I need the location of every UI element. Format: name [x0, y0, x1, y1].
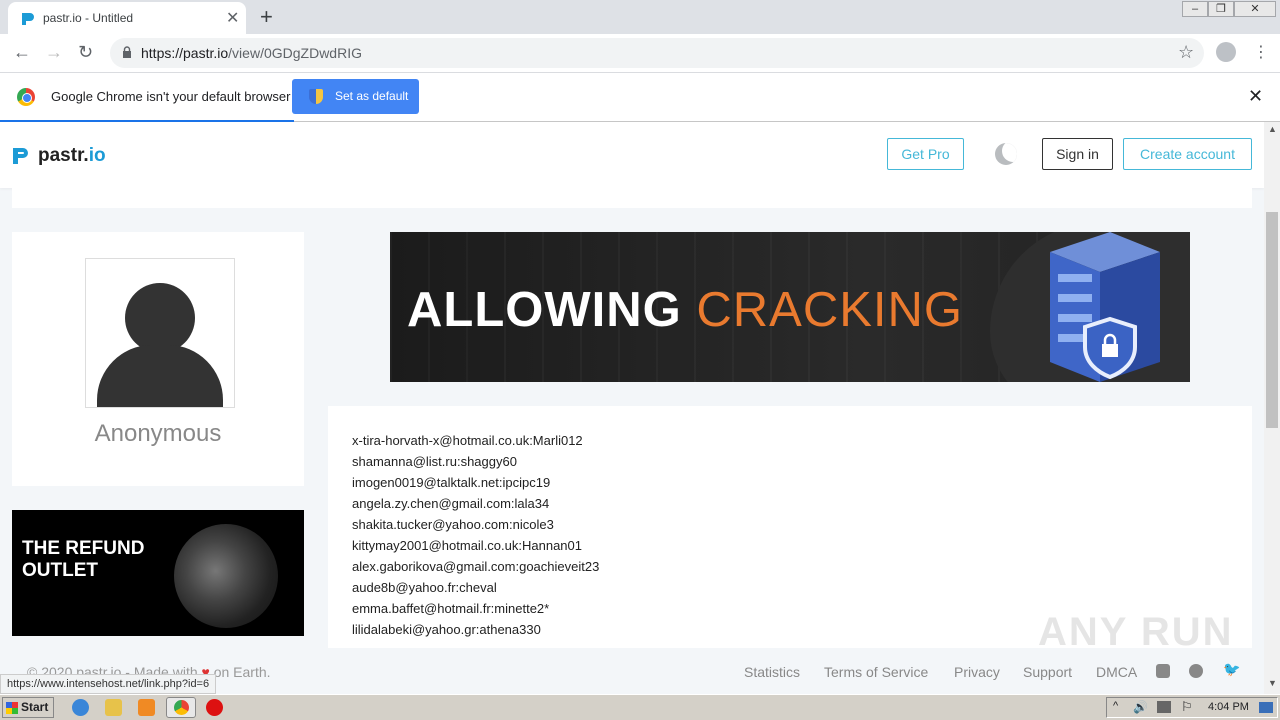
twitter-icon[interactable]: 🐦 — [1223, 661, 1240, 677]
footer-copyright-post: on Earth. — [213, 664, 271, 680]
get-pro-button[interactable]: Get Pro — [887, 138, 964, 170]
site-header: pastr.io Get Pro Sign in Create account — [0, 122, 1264, 188]
browser-menu-icon[interactable]: ⋮ — [1253, 42, 1269, 62]
scroll-down-arrow-icon[interactable]: ▼ — [1268, 678, 1277, 688]
header-strip — [12, 188, 1252, 208]
paste-line: angela.zy.chen@gmail.com:lala34 — [352, 496, 550, 511]
profile-avatar-icon[interactable] — [1216, 42, 1236, 62]
chrome-taskbar-icon — [174, 700, 189, 715]
minimize-icon[interactable]: – — [1182, 1, 1208, 17]
back-icon[interactable]: ← — [13, 42, 31, 63]
link-status-url: https://www.intensehost.net/link.php?id=… — [0, 674, 217, 694]
footer-link-dmca[interactable]: DMCA — [1096, 664, 1137, 680]
chat-icon[interactable] — [1156, 664, 1170, 678]
infobar-close-icon[interactable]: ✕ — [1248, 86, 1263, 107]
paste-line: x-tira-horvath-x@hotmail.co.uk:Marli012 — [352, 433, 583, 448]
browser-tab[interactable]: pastr.io - Untitled ✕ — [8, 2, 246, 34]
refund-ad-image — [174, 524, 278, 628]
default-browser-infobar: Google Chrome isn't your default browser… — [0, 72, 1280, 122]
page-scrollbar[interactable]: ▲ ▼ — [1264, 122, 1280, 694]
url-host: https://pastr.io — [141, 45, 229, 61]
banner-word-1: ALLOWING — [407, 283, 682, 337]
refund-ad-text: THE REFUND OUTLET — [22, 538, 144, 582]
paste-line: shamanna@list.ru:shaggy60 — [352, 454, 517, 469]
refund-ad-line-1: THE REFUND — [22, 538, 145, 559]
paste-line: aude8b@yahoo.fr:cheval — [352, 580, 497, 595]
site-logo-text[interactable]: pastr.io — [38, 145, 106, 167]
allowing-cracking-banner-ad[interactable]: ALLOWING CRACKING — [390, 232, 1190, 382]
create-account-button[interactable]: Create account — [1123, 138, 1252, 170]
chrome-taskbar-button[interactable] — [166, 697, 196, 718]
anyrun-watermark: ANY RUN — [1038, 610, 1234, 654]
pastr-logo-icon[interactable] — [11, 146, 31, 166]
scroll-up-arrow-icon[interactable]: ▲ — [1268, 124, 1277, 134]
reload-icon[interactable]: ↻ — [78, 42, 93, 63]
refund-ad-line-2: OUTLET — [22, 560, 98, 581]
set-default-button[interactable]: Set as default — [292, 79, 419, 114]
network-icon[interactable] — [1157, 701, 1171, 713]
tab-title: pastr.io - Untitled — [43, 11, 134, 25]
explorer-folder-icon[interactable] — [105, 699, 122, 716]
banner-word-2: CRACKING — [696, 283, 963, 337]
volume-icon[interactable]: 🔊 — [1133, 700, 1148, 714]
start-button[interactable]: Start — [2, 697, 54, 718]
forward-icon[interactable]: → — [45, 42, 63, 63]
paste-line: kittymay2001@hotmail.co.uk:Hannan01 — [352, 538, 582, 553]
shield-icon — [309, 89, 323, 104]
bookmark-star-icon[interactable]: ☆ — [1178, 42, 1194, 63]
banner-headline: ALLOWING CRACKING — [407, 282, 963, 338]
footer-link-support[interactable]: Support — [1023, 664, 1072, 680]
browser-toolbar: ← → ↻ https://pastr.io/view/0GDgZDwdRIG … — [0, 34, 1280, 72]
browser-titlebar: pastr.io - Untitled ✕ + – ❐ ✕ — [0, 0, 1280, 34]
pastr-favicon-icon — [22, 13, 34, 25]
windows-taskbar: Start ^ 🔊 ⚐ 4:04 PM — [0, 694, 1280, 720]
address-bar[interactable]: https://pastr.io/view/0GDgZDwdRIG ☆ — [110, 38, 1204, 68]
profile-name: Anonymous — [94, 420, 222, 447]
ie-icon[interactable] — [72, 699, 89, 716]
page-viewport: pastr.io Get Pro Sign in Create account … — [0, 122, 1264, 694]
sign-in-button[interactable]: Sign in — [1042, 138, 1113, 170]
window-close-icon[interactable]: ✕ — [1234, 1, 1276, 17]
avatar — [85, 258, 235, 408]
restore-icon[interactable]: ❐ — [1208, 1, 1234, 17]
facebook-icon[interactable] — [1189, 664, 1203, 678]
chrome-logo-icon — [17, 88, 35, 106]
show-desktop-icon[interactable] — [1259, 702, 1273, 713]
tray-expand-icon[interactable]: ^ — [1113, 700, 1118, 712]
system-tray: ^ 🔊 ⚐ 4:04 PM — [1106, 697, 1278, 718]
dark-mode-moon-icon[interactable] — [995, 143, 1017, 165]
avatar-body — [97, 345, 223, 407]
set-default-label: Set as default — [335, 89, 409, 103]
paste-text[interactable]: x-tira-horvath-x@hotmail.co.uk:Marli012 … — [352, 430, 599, 640]
footer-link-terms[interactable]: Terms of Service — [824, 664, 928, 680]
flag-icon[interactable]: ⚐ — [1181, 699, 1193, 715]
paste-line: alex.gaborikova@gmail.com:goachieveit23 — [352, 559, 600, 574]
avatar-head — [125, 283, 195, 353]
url-text: https://pastr.io/view/0GDgZDwdRIG — [141, 45, 362, 61]
lock-icon — [123, 46, 131, 58]
server-shield-icon — [1050, 232, 1160, 382]
profile-card: Anonymous — [12, 232, 304, 486]
tab-close-icon[interactable]: ✕ — [226, 8, 239, 28]
paste-line: lilidalabeki@yahoo.gr:athena330 — [352, 622, 541, 637]
taskbar-clock: 4:04 PM — [1208, 701, 1249, 713]
footer-link-privacy[interactable]: Privacy — [954, 664, 1000, 680]
paste-line: imogen0019@talktalk.net:ipcipc19 — [352, 475, 551, 490]
infobar-message: Google Chrome isn't your default browser — [51, 89, 291, 104]
media-player-icon[interactable] — [138, 699, 155, 716]
paste-line: shakita.tucker@yahoo.com:nicole3 — [352, 517, 554, 532]
refund-outlet-ad[interactable]: THE REFUND OUTLET — [12, 510, 304, 636]
paste-line: emma.baffet@hotmail.fr:minette2* — [352, 601, 550, 616]
logo-text-main: pastr. — [38, 145, 89, 166]
url-path: /view/0GDgZDwdRIG — [228, 45, 362, 61]
new-tab-icon[interactable]: + — [260, 4, 273, 30]
footer-link-statistics[interactable]: Statistics — [744, 664, 800, 680]
logo-text-suffix: io — [88, 145, 106, 166]
stop-app-icon[interactable] — [206, 699, 223, 716]
scrollbar-thumb[interactable] — [1266, 212, 1278, 428]
